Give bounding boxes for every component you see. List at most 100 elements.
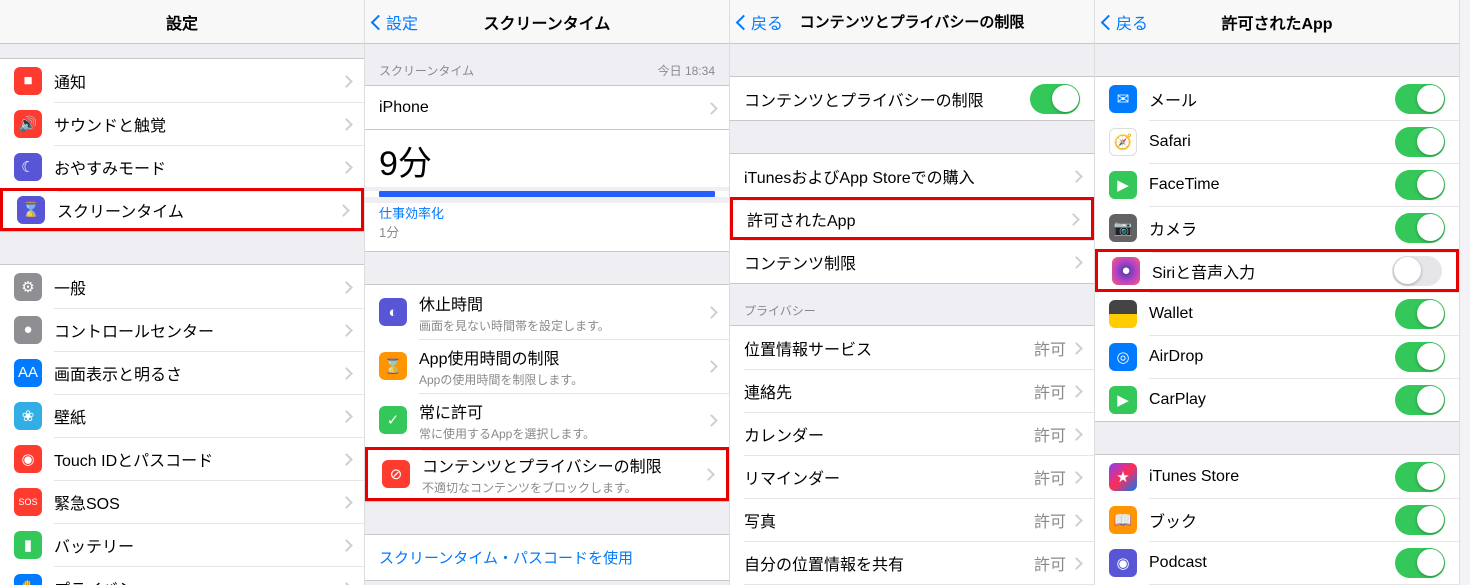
list-row[interactable]: 連絡先許可: [730, 369, 1094, 412]
row-label: CarPlay: [1149, 391, 1395, 409]
chevron-right-icon: [1072, 256, 1080, 268]
row-label: カレンダー: [744, 422, 1034, 446]
list-row[interactable]: 写真許可: [730, 498, 1094, 541]
list-row[interactable]: ◉Podcast: [1095, 541, 1459, 584]
list-row[interactable]: ◐休止時間画面を見ない時間帯を設定します。: [365, 285, 729, 339]
list-row[interactable]: iTunesおよびApp Storeでの購入: [730, 154, 1094, 197]
toggle-switch[interactable]: [1395, 213, 1445, 243]
app-icon: ★: [1109, 463, 1137, 491]
app-icon: 📖: [1109, 506, 1137, 534]
chevron-right-icon: [342, 453, 350, 465]
passcode-link[interactable]: スクリーンタイム・パスコードを使用: [365, 534, 729, 581]
row-label: サウンドと触覚: [54, 112, 342, 136]
chevron-right-icon: [342, 367, 350, 379]
list-row[interactable]: ⚙ 一般: [0, 265, 364, 308]
row-value: 許可: [1034, 508, 1066, 532]
row-label: コンテンツとプライバシーの制限: [422, 453, 704, 477]
list-row[interactable]: ★iTunes Store: [1095, 455, 1459, 498]
list-row[interactable]: ❀ 壁紙: [0, 394, 364, 437]
list-row[interactable]: ✉メール: [1095, 77, 1459, 120]
toggle-switch[interactable]: [1395, 462, 1445, 492]
row-label: Wallet: [1149, 305, 1395, 323]
row-device[interactable]: iPhone: [365, 86, 729, 129]
usage-category-value: 1分: [365, 222, 729, 252]
toggle-switch[interactable]: [1395, 505, 1445, 535]
row-label: 一般: [54, 275, 342, 299]
list-row[interactable]: コンテンツ制限: [730, 240, 1094, 283]
app-icon: AA: [14, 359, 42, 387]
row-subtitle: 常に使用するAppを選択します。: [419, 425, 707, 442]
app-icon: ▶: [1109, 171, 1137, 199]
list-row[interactable]: 位置情報サービス許可: [730, 326, 1094, 369]
list-row[interactable]: カレンダー許可: [730, 412, 1094, 455]
header: 戻る コンテンツとプライバシーの制限: [730, 0, 1094, 44]
toggle-switch[interactable]: [1395, 299, 1445, 329]
list-row[interactable]: 自分の位置情報を共有許可: [730, 541, 1094, 584]
toggle-switch[interactable]: [1395, 170, 1445, 200]
row-label: 壁紙: [54, 404, 342, 428]
list-row[interactable]: 🧭Safari: [1095, 120, 1459, 163]
chevron-right-icon: [1069, 213, 1077, 225]
toggle-switch[interactable]: [1392, 256, 1442, 286]
back-label: 戻る: [751, 10, 783, 34]
row-content-privacy-toggle[interactable]: コンテンツとプライバシーの制限: [730, 77, 1094, 120]
row-label: 写真: [744, 508, 1034, 532]
usage-category[interactable]: 仕事効率化: [365, 203, 729, 222]
chevron-left-icon: [1103, 13, 1114, 31]
list-row[interactable]: ◉Touch IDとパスコード: [0, 437, 364, 480]
back-button[interactable]: 戻る: [738, 10, 783, 34]
list-row[interactable]: 許可されたApp: [730, 197, 1094, 240]
list-row[interactable]: ●コントロールセンター: [0, 308, 364, 351]
app-icon: ✓: [379, 406, 407, 434]
app-icon: ❀: [14, 402, 42, 430]
list-row[interactable]: 📖ブック: [1095, 498, 1459, 541]
list-row[interactable]: ☾おやすみモード: [0, 145, 364, 188]
footer-text: スクリーンタイムの設定を完全に管理したり、制限時間の延長: [365, 581, 729, 585]
list-row[interactable]: AA 画面表示と明るさ: [0, 351, 364, 394]
app-icon: ⚙: [14, 273, 42, 301]
row-label: 画面表示と明るさ: [54, 361, 342, 385]
row-subtitle: 不適切なコンテンツをブロックします。: [422, 479, 704, 496]
list-row[interactable]: リマインダー許可: [730, 455, 1094, 498]
chevron-right-icon: [342, 118, 350, 130]
row-label: 緊急SOS: [54, 490, 342, 514]
toggle-switch[interactable]: [1395, 342, 1445, 372]
row-label: コントロールセンター: [54, 318, 342, 342]
chevron-right-icon: [342, 410, 350, 422]
list-row[interactable]: ▮バッテリー: [0, 523, 364, 566]
list-row[interactable]: ⊘コンテンツとプライバシーの制限不適切なコンテンツをブロックします。: [365, 447, 729, 501]
app-icon: ⌛: [379, 352, 407, 380]
toggle-switch[interactable]: [1395, 548, 1445, 578]
header: 設定 スクリーンタイム: [365, 0, 729, 44]
toggle-switch[interactable]: [1030, 84, 1080, 114]
row-label: プライバシー: [54, 576, 342, 585]
app-icon: ⌛: [17, 196, 45, 224]
chevron-right-icon: [1072, 514, 1080, 526]
chevron-right-icon: [704, 468, 712, 480]
row-label: コンテンツ制限: [744, 250, 1072, 274]
row-label: Touch IDとパスコード: [54, 447, 342, 471]
back-button[interactable]: 設定: [373, 10, 418, 34]
list-row[interactable]: ▶ CarPlay: [1095, 378, 1459, 421]
list-row[interactable]: ▶FaceTime: [1095, 163, 1459, 206]
list-row[interactable]: Wallet: [1095, 292, 1459, 335]
list-row[interactable]: ◎AirDrop: [1095, 335, 1459, 378]
list-row[interactable]: 🔊サウンドと触覚: [0, 102, 364, 145]
toggle-switch[interactable]: [1395, 385, 1445, 415]
toggle-switch[interactable]: [1395, 84, 1445, 114]
list-row[interactable]: 📷カメラ: [1095, 206, 1459, 249]
list-row[interactable]: SOS緊急SOS: [0, 480, 364, 523]
app-icon: ▶: [1109, 386, 1137, 414]
list-row[interactable]: ■通知: [0, 59, 364, 102]
list-row[interactable]: ✓常に許可常に使用するAppを選択します。: [365, 393, 729, 447]
row-label: リマインダー: [744, 465, 1034, 489]
page-title: 許可されたApp: [1221, 10, 1332, 34]
list-row[interactable]: ✋プライバシー: [0, 566, 364, 585]
list-row[interactable]: ⌛App使用時間の制限Appの使用時間を制限します。: [365, 339, 729, 393]
chevron-right-icon: [342, 161, 350, 173]
list-row[interactable]: ●Siriと音声入力: [1095, 249, 1459, 292]
list-row[interactable]: ⌛スクリーンタイム: [0, 188, 364, 231]
toggle-switch[interactable]: [1395, 127, 1445, 157]
back-button[interactable]: 戻る: [1103, 10, 1148, 34]
app-icon: ◐: [379, 298, 407, 326]
